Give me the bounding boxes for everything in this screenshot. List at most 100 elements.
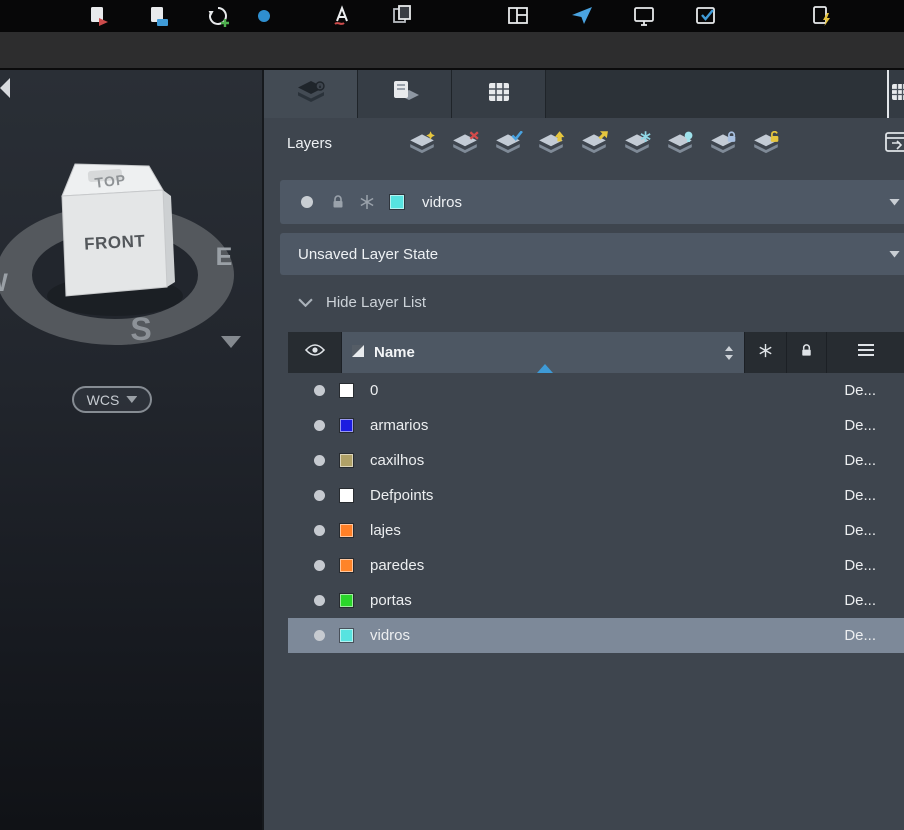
layer-row-armarios[interactable]: armarios De... (288, 408, 904, 443)
column-visibility[interactable] (288, 332, 342, 373)
layer-on-dot-icon[interactable] (314, 385, 325, 396)
layer-color-swatch[interactable] (340, 559, 353, 572)
freeze-layer-icon[interactable] (622, 130, 652, 156)
chevron-down-icon (126, 396, 137, 403)
lock-icon[interactable] (330, 194, 346, 210)
display-icon[interactable] (632, 4, 656, 28)
layer-table-header: Name (288, 332, 904, 373)
layer-row-defpoints[interactable]: Defpoints De... (288, 478, 904, 513)
grid-overflow-icon[interactable] (891, 83, 904, 106)
layer-on-dot-icon[interactable] (314, 525, 325, 536)
layer-color-swatch[interactable] (340, 454, 353, 467)
text-style-icon[interactable] (330, 4, 354, 28)
wcs-label: WCS (87, 392, 120, 408)
sort-arrows-icon[interactable] (724, 345, 734, 361)
layer-color-swatch[interactable] (340, 489, 353, 502)
layer-color-swatch[interactable] (340, 524, 353, 537)
layer-row-caxilhos[interactable]: caxilhos De... (288, 443, 904, 478)
layer-color-swatch[interactable] (340, 419, 353, 432)
viewcube[interactable]: W E S TOP FRONT (0, 70, 262, 830)
hamburger-menu-icon (857, 343, 875, 362)
layer-name: vidros (370, 627, 410, 644)
layer-name: paredes (370, 557, 424, 574)
layer-on-dot-icon[interactable] (314, 420, 325, 431)
table-menu-button[interactable] (827, 332, 904, 373)
layer-name: Defpoints (370, 487, 433, 504)
layer-on-dot-icon[interactable] (314, 630, 325, 641)
column-freeze[interactable] (745, 332, 787, 373)
layer-table: Name (288, 332, 904, 653)
check-window-icon[interactable] (694, 4, 718, 28)
layer-tools (407, 118, 781, 168)
compass-west-label[interactable]: W (0, 269, 8, 297)
viewcube-menu-arrow-icon[interactable] (221, 336, 241, 348)
chevron-down-icon[interactable] (889, 251, 900, 258)
layer-on-dot-icon[interactable] (301, 196, 313, 208)
layer-on-dot-icon[interactable] (314, 490, 325, 501)
layer-color-swatch[interactable] (340, 384, 353, 397)
hide-layer-list-toggle[interactable]: Hide Layer List (298, 285, 904, 319)
viewports-icon[interactable] (506, 4, 530, 28)
layer-state-dropdown[interactable]: Unsaved Layer State (280, 233, 904, 275)
layer-on-dot-icon[interactable] (314, 455, 325, 466)
layers-tab-icon (295, 78, 327, 111)
app-window: W E S TOP FRONT WCS (0, 0, 904, 830)
etransmit-icon[interactable] (206, 4, 230, 28)
current-layer-swatch[interactable] (390, 195, 404, 209)
unlock-layer-icon[interactable] (751, 130, 781, 156)
compass-east-label[interactable]: E (216, 243, 233, 271)
lock-icon (799, 343, 814, 363)
plot-icon[interactable] (86, 4, 110, 28)
edge-arrow-icon[interactable] (0, 78, 10, 98)
share-icon[interactable] (570, 4, 594, 28)
layer-linetype: De... (844, 557, 876, 574)
page-setup-icon[interactable] (390, 4, 414, 28)
chevron-down-icon[interactable] (889, 199, 900, 206)
eye-icon (305, 343, 325, 362)
new-layer-icon[interactable] (407, 130, 437, 156)
layer-row-portas[interactable]: portas De... (288, 583, 904, 618)
layer-row-paredes[interactable]: paredes De... (288, 548, 904, 583)
layer-name: lajes (370, 522, 401, 539)
wcs-button[interactable]: WCS (72, 386, 152, 413)
layer-linetype: De... (844, 522, 876, 539)
layer-row-vidros[interactable]: vidros De... (288, 618, 904, 653)
name-header-label: Name (374, 344, 415, 361)
quick-view-icon[interactable] (810, 4, 834, 28)
layer-name: portas (370, 592, 412, 609)
set-current-layer-icon[interactable] (493, 130, 523, 156)
current-layer-bar[interactable]: vidros (280, 180, 904, 224)
table-tab-icon (487, 81, 511, 108)
layer-on-dot-icon[interactable] (314, 560, 325, 571)
match-layer-icon[interactable] (536, 130, 566, 156)
freeze-icon (758, 343, 773, 363)
layer-name: 0 (370, 382, 378, 399)
anchor-panel-icon[interactable] (884, 129, 904, 160)
delete-layer-icon[interactable] (450, 130, 480, 156)
main-area: W E S TOP FRONT WCS (0, 70, 904, 830)
layer-color-swatch[interactable] (340, 594, 353, 607)
layer-linetype: De... (844, 627, 876, 644)
viewport[interactable]: W E S TOP FRONT WCS (0, 70, 262, 830)
viewcube-front-label: FRONT (84, 231, 146, 253)
publish-icon[interactable] (146, 4, 170, 28)
layer-linetype: De... (844, 417, 876, 434)
layers-palette: Layers (262, 70, 904, 830)
layer-state-label: Unsaved Layer State (298, 246, 438, 263)
tab-layers[interactable] (264, 70, 358, 118)
layer-row-lajes[interactable]: lajes De... (288, 513, 904, 548)
layer-linetype: De... (844, 592, 876, 609)
previous-layer-icon[interactable] (579, 130, 609, 156)
column-lock[interactable] (787, 332, 827, 373)
layer-color-swatch[interactable] (340, 629, 353, 642)
compass-south-label[interactable]: S (130, 311, 151, 347)
layer-row-0[interactable]: 0 De... (288, 373, 904, 408)
tab-layer-states[interactable] (358, 70, 452, 118)
layer-on-dot-icon[interactable] (314, 595, 325, 606)
layer-off-icon[interactable] (665, 130, 695, 156)
freeze-icon[interactable] (359, 194, 375, 210)
record-dot-icon[interactable] (252, 4, 276, 28)
tab-table[interactable] (452, 70, 546, 118)
palette-title: Layers (287, 135, 332, 152)
lock-layer-icon[interactable] (708, 130, 738, 156)
